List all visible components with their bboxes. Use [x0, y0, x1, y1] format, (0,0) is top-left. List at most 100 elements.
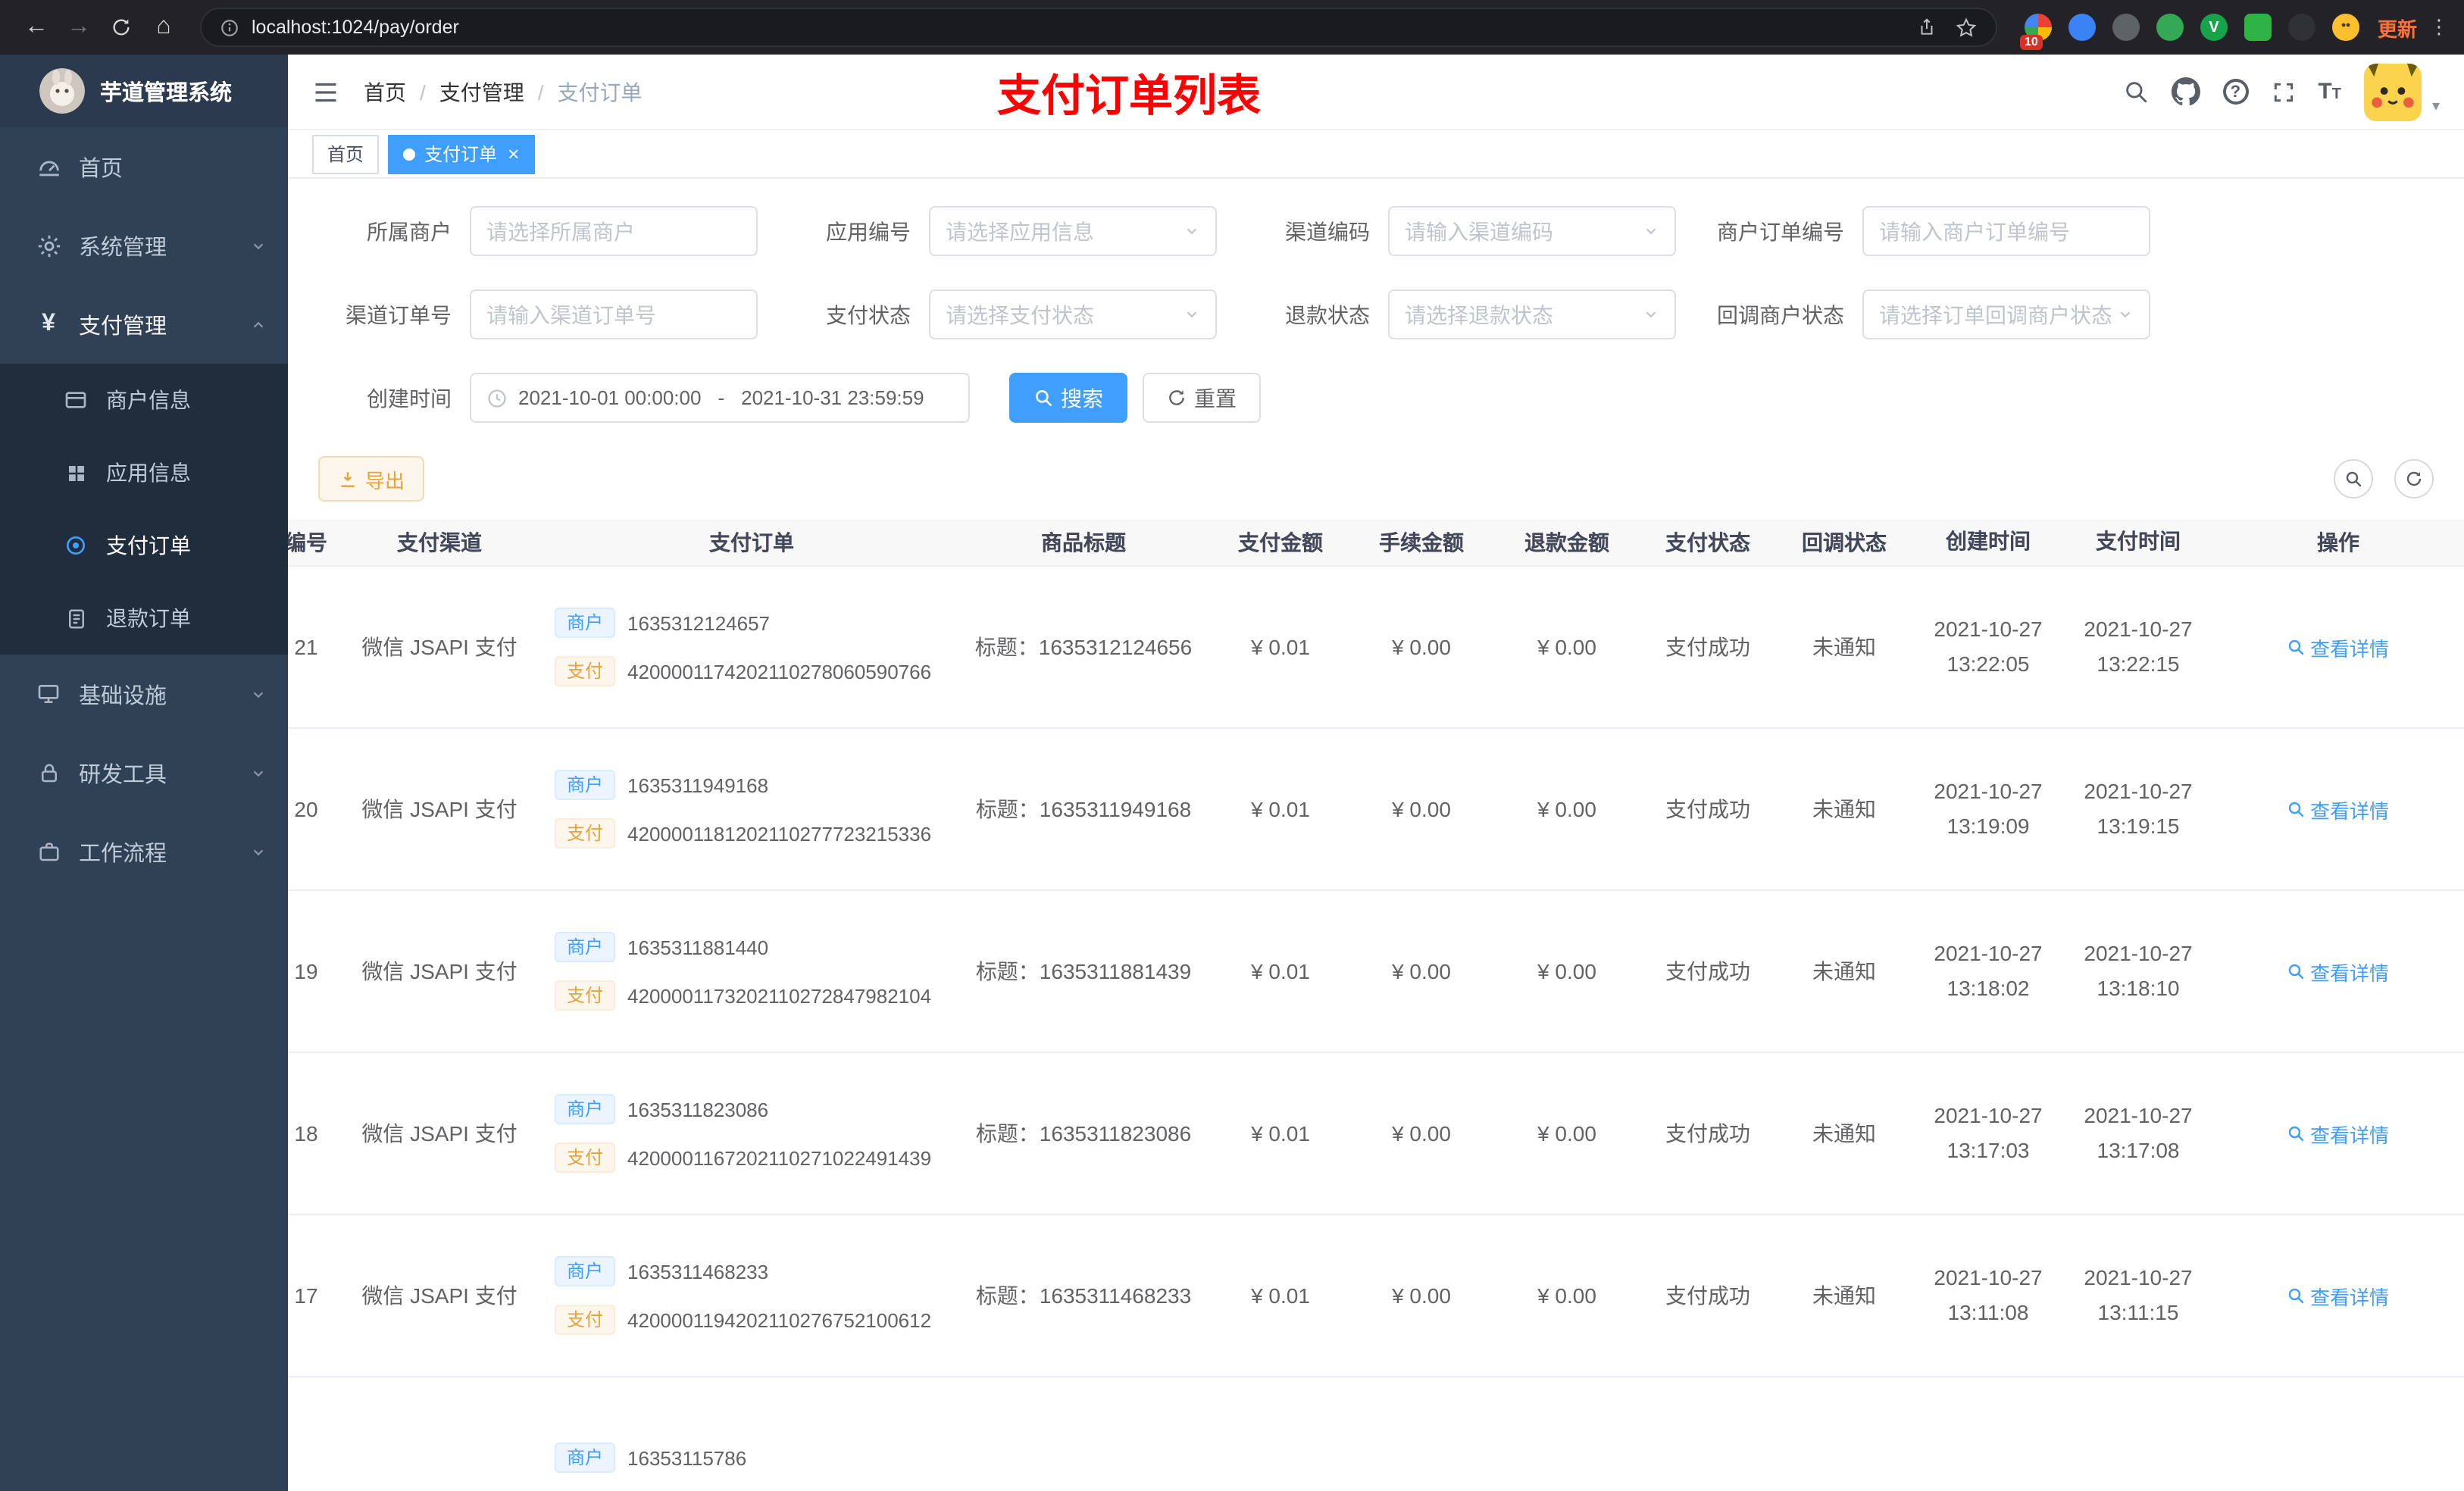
sidebar-item-app-info[interactable]: 应用信息 — [0, 436, 288, 509]
table-row: 17 微信 JSAPI 支付 商户 1635311468233 支付 4200001… — [288, 1215, 2464, 1377]
cell-pay-order: 商户 1635311949168 支付 4200001181202110277723… — [530, 770, 955, 849]
export-button[interactable]: 导出 — [318, 456, 425, 502]
refresh-button[interactable] — [2394, 459, 2434, 499]
merchant-order-no-field[interactable] — [1862, 206, 2150, 256]
channel-order-no-input[interactable] — [486, 302, 741, 327]
field-label: 支付状态 — [826, 302, 911, 327]
card-icon — [61, 388, 91, 412]
view-detail-link[interactable]: 查看详情 — [2287, 633, 2389, 661]
font-size-icon[interactable]: TT — [2318, 79, 2341, 105]
extension-icon[interactable] — [2112, 14, 2140, 41]
sidebar-logo[interactable]: 芋道管理系统 — [0, 55, 288, 127]
refund-status-select[interactable] — [1388, 289, 1676, 339]
hamburger-icon[interactable] — [312, 78, 339, 105]
cell-notify-status: 未通知 — [1812, 635, 1876, 659]
table-row: 商户 16353115786 — [288, 1377, 2464, 1491]
breadcrumb-payment[interactable]: 支付管理 — [439, 77, 524, 107]
sidebar-item-system[interactable]: 系统管理 — [0, 206, 288, 285]
address-bar[interactable]: localhost:1024/pay/order — [200, 8, 1997, 47]
browser-update-button[interactable]: 更新 ⋮ — [2378, 13, 2449, 42]
browser-reload-icon[interactable] — [100, 6, 142, 48]
pay-status-select[interactable] — [929, 289, 1217, 339]
extension-icon[interactable]: 10 — [2019, 14, 2052, 50]
extension-icon[interactable] — [2287, 14, 2315, 41]
sidebar-item-dev-tools[interactable]: 研发工具 — [0, 733, 288, 812]
logo-avatar — [39, 68, 85, 114]
chevron-up-icon — [250, 316, 267, 333]
merchant-tag: 商户 — [555, 770, 616, 800]
sidebar-item-merchant-info[interactable]: 商户信息 — [0, 364, 288, 436]
chevron-down-icon — [250, 843, 267, 860]
cell-channel: 微信 JSAPI 支付 — [361, 635, 518, 659]
fullscreen-icon[interactable] — [2271, 80, 2295, 104]
app-id-select[interactable] — [929, 206, 1217, 256]
github-icon[interactable] — [2171, 77, 2200, 106]
sidebar-item-label: 支付管理 — [79, 314, 167, 339]
date-start[interactable]: 2021-10-01 00:00:00 — [518, 386, 701, 409]
extension-icon[interactable] — [2331, 14, 2359, 41]
extension-icon[interactable] — [2244, 14, 2272, 41]
sidebar-item-label: 首页 — [79, 157, 123, 181]
toggle-search-button[interactable] — [2334, 459, 2373, 499]
view-detail-link[interactable]: 查看详情 — [2287, 957, 2389, 986]
reset-button[interactable]: 重置 — [1143, 373, 1261, 423]
search-icon[interactable] — [2122, 79, 2148, 105]
bookmark-star-icon[interactable] — [1955, 16, 1978, 39]
chevron-down-icon — [250, 764, 267, 781]
merchant-order-no-input[interactable] — [1879, 219, 2134, 243]
avatar[interactable] — [2363, 63, 2422, 120]
callback-status-select[interactable] — [1862, 289, 2150, 339]
browser-menu-icon[interactable]: ⋮ — [2429, 15, 2449, 39]
chevron-down-icon — [250, 686, 267, 702]
sidebar-item-infrastructure[interactable]: 基础设施 — [0, 655, 288, 733]
url-text[interactable]: localhost:1024/pay/order — [252, 17, 459, 38]
channel-code-select[interactable] — [1388, 206, 1676, 256]
app-id-input[interactable] — [946, 219, 1177, 243]
sidebar-item-home[interactable]: 首页 — [0, 127, 288, 206]
sidebar-item-pay-order[interactable]: 支付订单 — [0, 509, 288, 582]
chevron-down-icon — [1643, 223, 1659, 239]
sidebar-item-refund-order[interactable]: 退款订单 — [0, 582, 288, 655]
cell-pay-time: 2021-10-27 13:22:15 — [2084, 616, 2193, 676]
cell-pay-order: 商户 16353115786 — [530, 1443, 955, 1473]
extension-icon[interactable] — [2156, 14, 2184, 41]
channel-order-no-field[interactable] — [470, 289, 758, 339]
search-button[interactable]: 搜索 — [1009, 373, 1127, 423]
sidebar-item-payment[interactable]: ¥ 支付管理 — [0, 285, 288, 364]
create-time-range-picker[interactable]: 2021-10-01 00:00:00 - 2021-10-31 23:59:5… — [470, 373, 970, 423]
channel-code-input[interactable] — [1405, 219, 1637, 243]
cell-status: 支付成功 — [1665, 1283, 1750, 1308]
refund-status-input[interactable] — [1405, 302, 1637, 327]
browser-forward-icon[interactable]: → — [58, 6, 100, 48]
site-info-icon[interactable] — [220, 17, 239, 37]
cell-id: 18 — [294, 1121, 318, 1146]
view-detail-link[interactable]: 查看详情 — [2287, 1281, 2389, 1310]
browser-home-icon[interactable]: ⌂ — [142, 6, 185, 48]
merchant-select[interactable] — [470, 206, 758, 256]
breadcrumb-home[interactable]: 首页 — [364, 77, 406, 107]
extension-icon[interactable]: V — [2200, 14, 2228, 41]
cell-amount: ¥ 0.01 — [1251, 1283, 1310, 1308]
browser-back-icon[interactable]: ← — [15, 6, 58, 48]
cell-pay-order: 商户 1635311823086 支付 4200001167202110271022… — [530, 1094, 955, 1173]
help-icon[interactable]: ? — [2222, 79, 2249, 105]
date-end[interactable]: 2021-10-31 23:59:59 — [741, 386, 924, 409]
merchant-input[interactable] — [486, 219, 741, 243]
view-detail-link[interactable]: 查看详情 — [2287, 795, 2389, 824]
tab-home[interactable]: 首页 — [312, 134, 380, 173]
sidebar-item-workflow[interactable]: 工作流程 — [0, 812, 288, 891]
cell-status: 支付成功 — [1665, 635, 1750, 659]
field-label: 渠道订单号 — [346, 302, 452, 327]
callback-status-input[interactable] — [1879, 302, 2111, 327]
clock-icon — [486, 387, 508, 408]
cell-pay-time: 2021-10-27 13:11:15 — [2084, 1264, 2193, 1324]
tab-pay-order[interactable]: 支付订单 × — [388, 134, 535, 173]
cell-fee: ¥ 0.00 — [1392, 1283, 1451, 1308]
field-label: 回调商户状态 — [1717, 302, 1844, 327]
view-detail-link[interactable]: 查看详情 — [2287, 1119, 2389, 1148]
extension-icon[interactable] — [2068, 14, 2096, 41]
chevron-down-icon[interactable]: ▾ — [2432, 98, 2440, 114]
share-icon[interactable] — [1917, 17, 1937, 38]
close-icon[interactable]: × — [508, 144, 519, 164]
pay-status-input[interactable] — [946, 302, 1177, 327]
